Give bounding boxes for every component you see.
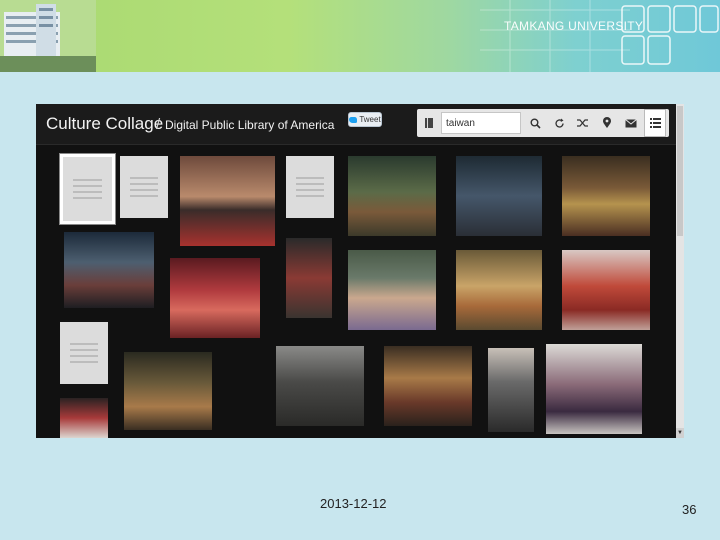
search-icon[interactable] [524,109,546,137]
search-input[interactable] [441,112,521,134]
photo-tile-man-hat[interactable] [456,156,542,236]
photo-tile-temple-roof[interactable] [562,250,650,330]
shuffle-icon[interactable] [572,109,594,137]
slide-date: 2013-12-12 [320,496,387,511]
slide-header-banner: TAMKANG UNIVERSITY [0,0,720,72]
slide-number: 36 [682,502,697,517]
photo-tile-ceremony[interactable] [124,352,212,430]
location-pin-icon[interactable] [596,109,618,137]
banner-squares-decoration [621,5,719,65]
photo-tile-group-portrait[interactable] [180,156,275,246]
twitter-bird-icon [349,116,358,123]
photo-tile-group-women[interactable] [546,344,642,434]
document-tile[interactable] [286,156,334,218]
list-icon[interactable] [644,109,666,137]
photo-tile-street[interactable] [276,346,364,426]
document-tile-selected[interactable] [59,153,116,225]
mail-icon[interactable] [620,109,642,137]
campus-building-image [0,0,96,72]
photo-tile-headdress-crowd[interactable] [64,232,154,308]
book-icon[interactable] [418,109,440,137]
scroll-down-arrow-icon[interactable]: ▼ [676,428,684,438]
photo-tile-dancer[interactable] [286,238,332,318]
scrollbar[interactable]: ▼ [676,104,684,438]
scroll-thumb[interactable] [677,106,683,236]
photo-tile-doorway[interactable] [488,348,534,432]
photo-tile-two-people[interactable] [348,250,436,330]
search-toolbar [417,109,669,137]
photo-tile-dancers-field[interactable] [348,156,436,236]
tweet-label: Tweet [359,115,381,124]
photo-tile-hall[interactable] [384,346,472,426]
tweet-button[interactable]: Tweet [348,112,382,127]
document-tile[interactable] [120,156,168,218]
app-title: Culture Collage [46,114,164,133]
photo-tile-red-costumes[interactable] [170,258,260,338]
document-tile[interactable] [60,322,108,384]
photo-tile-performers-small[interactable] [60,398,108,438]
title-separator: / [156,116,161,133]
photo-tile-performers[interactable] [562,156,650,236]
dpla-link[interactable]: Digital Public Library of America [165,118,334,132]
refresh-icon[interactable] [548,109,570,137]
culture-collage-screenshot: Culture Collage / Digital Public Library… [36,104,684,438]
banner-grid-pattern [480,0,630,72]
photo-tile-stage[interactable] [456,250,542,330]
app-header: Culture Collage / Digital Public Library… [36,104,676,145]
